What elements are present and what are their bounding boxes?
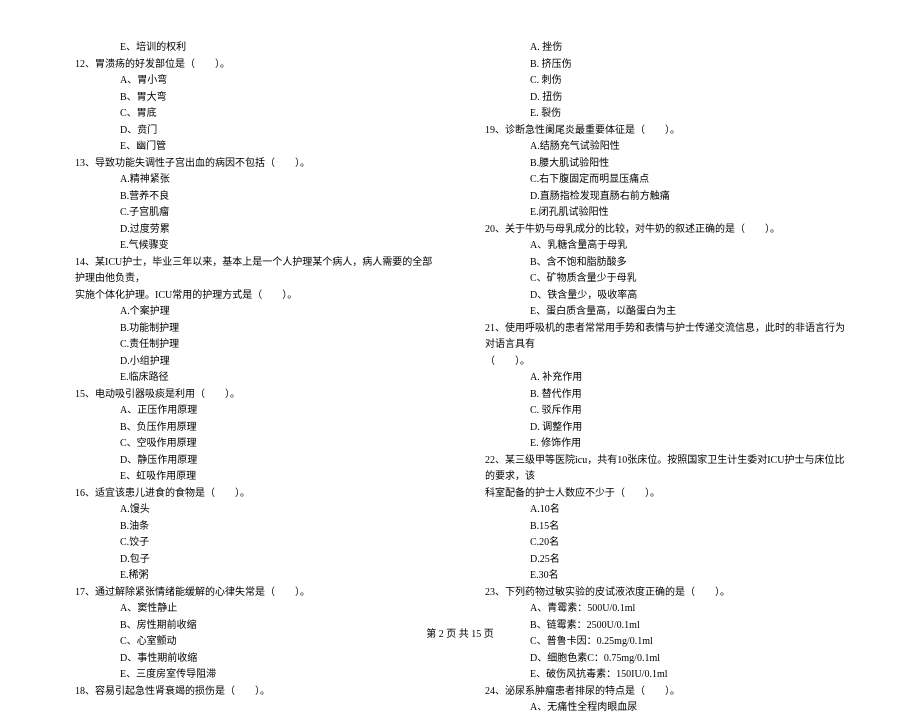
question-continuation: 科室配备的护士人数应不少于（ ）。 [480, 486, 850, 503]
answer-option: E、培训的权利 [70, 40, 440, 57]
question-text: 14、某ICU护士，毕业三年以来，基本上是一个人护理某个病人，病人需要的全部护理… [70, 255, 440, 288]
answer-option: A.个案护理 [70, 304, 440, 321]
answer-option: D. 扭伤 [480, 90, 850, 107]
answer-option: C、胃底 [70, 106, 440, 123]
answer-option: A、窦性静止 [70, 601, 440, 618]
answer-option: C、空吸作用原理 [70, 436, 440, 453]
answer-option: C. 刺伤 [480, 73, 850, 90]
question-text: 20、关于牛奶与母乳成分的比较，对牛奶的叙述正确的是（ ）。 [480, 222, 850, 239]
answer-option: E.30名 [480, 568, 850, 585]
answer-option: D、静压作用原理 [70, 453, 440, 470]
answer-option: A、青霉素：500U/0.1ml [480, 601, 850, 618]
question-continuation: （ ）。 [480, 354, 850, 371]
answer-option: D.直肠指检发现直肠右前方触痛 [480, 189, 850, 206]
answer-option: D、铁含量少，吸收率高 [480, 288, 850, 305]
answer-option: B. 替代作用 [480, 387, 850, 404]
answer-option: A.馒头 [70, 502, 440, 519]
answer-option: B.营养不良 [70, 189, 440, 206]
answer-option: E、虹吸作用原理 [70, 469, 440, 486]
answer-option: D.包子 [70, 552, 440, 569]
answer-option: E.气候骤变 [70, 238, 440, 255]
answer-option: D、细胞色素C：0.75mg/0.1ml [480, 651, 850, 668]
answer-option: E.稀粥 [70, 568, 440, 585]
answer-option: D.过度劳累 [70, 222, 440, 239]
answer-option: E、破伤风抗毒素：150IU/0.1ml [480, 667, 850, 684]
answer-option: C.20名 [480, 535, 850, 552]
answer-option: B.15名 [480, 519, 850, 536]
question-text: 21、使用呼吸机的患者常常用手势和表情与护士传递交流信息，此时的非语言行为对语言… [480, 321, 850, 354]
answer-option: B. 挤压伤 [480, 57, 850, 74]
question-text: 22、某三级甲等医院icu，共有10张床位。按照国家卫生计生委对ICU护士与床位… [480, 453, 850, 486]
answer-option: A、胃小弯 [70, 73, 440, 90]
question-continuation: 实施个体化护理。ICU常用的护理方式是（ ）。 [70, 288, 440, 305]
answer-option: A. 挫伤 [480, 40, 850, 57]
answer-option: C、矿物质含量少于母乳 [480, 271, 850, 288]
right-column: A. 挫伤B. 挤压伤C. 刺伤D. 扭伤E. 裂伤19、诊断急性阑尾炎最重要体… [480, 40, 850, 620]
answer-option: D、贲门 [70, 123, 440, 140]
question-text: 13、导致功能失调性子宫出血的病因不包括（ ）。 [70, 156, 440, 173]
answer-option: B.油条 [70, 519, 440, 536]
answer-option: B、胃大弯 [70, 90, 440, 107]
answer-option: A.10名 [480, 502, 850, 519]
answer-option: A、正压作用原理 [70, 403, 440, 420]
answer-option: A.精神紧张 [70, 172, 440, 189]
answer-option: D、事性期前收缩 [70, 651, 440, 668]
answer-option: C.饺子 [70, 535, 440, 552]
answer-option: A. 补充作用 [480, 370, 850, 387]
question-text: 23、下列药物过敏实验的皮试液浓度正确的是（ ）。 [480, 585, 850, 602]
answer-option: E、幽门管 [70, 139, 440, 156]
page-footer: 第 2 页 共 15 页 [0, 625, 920, 640]
answer-option: A、无痛性全程肉眼血尿 [480, 700, 850, 717]
left-column: E、培训的权利12、胃溃疡的好发部位是（ ）。A、胃小弯B、胃大弯C、胃底D、贲… [70, 40, 440, 620]
answer-option: E. 修饰作用 [480, 436, 850, 453]
answer-option: B.腰大肌试验阳性 [480, 156, 850, 173]
answer-option: E、三度房室传导阻滞 [70, 667, 440, 684]
answer-option: C. 驳斥作用 [480, 403, 850, 420]
answer-option: E.闭孔肌试验阳性 [480, 205, 850, 222]
answer-option: E、蛋白质含量高，以酪蛋白为主 [480, 304, 850, 321]
question-text: 16、适宜该患儿进食的食物是（ ）。 [70, 486, 440, 503]
question-text: 18、容易引起急性肾衰竭的损伤是（ ）。 [70, 684, 440, 701]
question-text: 17、通过解除紧张情绪能缓解的心律失常是（ ）。 [70, 585, 440, 602]
answer-option: A、乳糖含量高于母乳 [480, 238, 850, 255]
answer-option: D.25名 [480, 552, 850, 569]
answer-option: E.临床路径 [70, 370, 440, 387]
question-text: 19、诊断急性阑尾炎最重要体征是（ ）。 [480, 123, 850, 140]
question-text: 12、胃溃疡的好发部位是（ ）。 [70, 57, 440, 74]
answer-option: C.右下腹固定而明显压痛点 [480, 172, 850, 189]
answer-option: B、含不饱和脂肪酸多 [480, 255, 850, 272]
answer-option: E. 裂伤 [480, 106, 850, 123]
answer-option: A.结肠充气试验阳性 [480, 139, 850, 156]
answer-option: B.功能制护理 [70, 321, 440, 338]
answer-option: D.小组护理 [70, 354, 440, 371]
question-text: 24、泌尿系肿瘤患者排尿的特点是（ ）。 [480, 684, 850, 701]
answer-option: B、负压作用原理 [70, 420, 440, 437]
answer-option: C.责任制护理 [70, 337, 440, 354]
answer-option: C.子宫肌瘤 [70, 205, 440, 222]
question-text: 15、电动吸引器吸痰是利用（ ）。 [70, 387, 440, 404]
answer-option: D. 调整作用 [480, 420, 850, 437]
